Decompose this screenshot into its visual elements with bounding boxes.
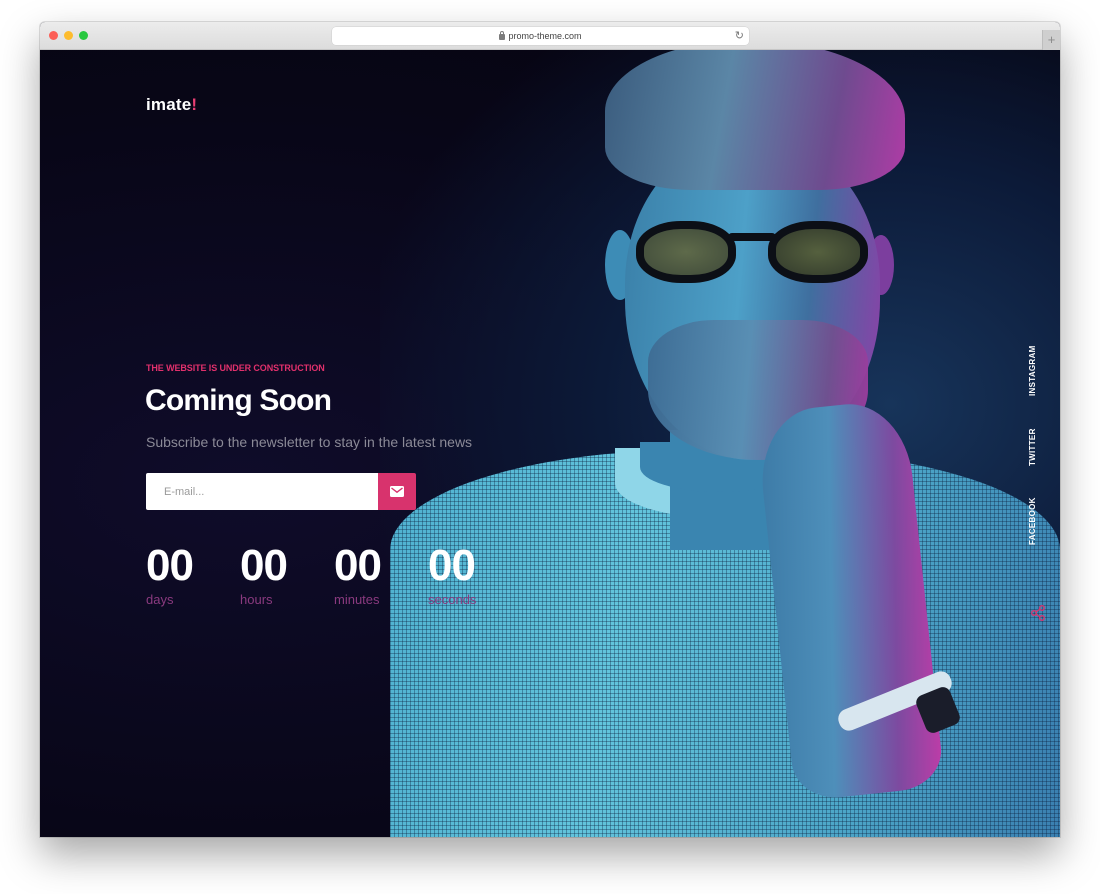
hero-photo [380, 50, 1060, 837]
social-links: INSTAGRAM TWITTER FACEBOOK [1028, 50, 1048, 837]
newsletter-form [146, 473, 416, 510]
countdown-label: minutes [334, 592, 380, 607]
lock-icon [499, 31, 506, 40]
new-tab-button[interactable]: + [1042, 30, 1060, 50]
page-subtitle: Subscribe to the newsletter to stay in t… [146, 434, 473, 450]
countdown-timer: 00 days 00 hours 00 minutes 00 seconds [146, 541, 522, 608]
logo-mark: ! [191, 95, 198, 114]
countdown-hours: 00 hours [240, 541, 334, 608]
photo-lens-right [768, 221, 868, 283]
subscribe-button[interactable] [378, 473, 416, 510]
countdown-minutes: 00 minutes [334, 541, 428, 608]
browser-titlebar: promo-theme.com ↻ + [40, 22, 1060, 50]
url-text: promo-theme.com [508, 31, 582, 41]
countdown-value: 00 [428, 541, 476, 590]
maximize-window-button[interactable] [79, 31, 88, 40]
photo-lens-left [636, 221, 736, 283]
social-link-instagram[interactable]: INSTAGRAM [1028, 345, 1037, 396]
logo-text: imate [146, 95, 192, 114]
social-link-facebook[interactable]: FACEBOOK [1028, 497, 1037, 545]
countdown-value: 00 [240, 541, 288, 590]
minimize-window-button[interactable] [64, 31, 73, 40]
close-window-button[interactable] [49, 31, 58, 40]
construction-notice: THE WEBSITE IS UNDER CONSTRUCTION [146, 363, 325, 373]
photo-sunglasses [628, 215, 893, 285]
email-input[interactable] [146, 473, 378, 510]
share-icon[interactable] [1031, 605, 1045, 621]
countdown-seconds: 00 seconds [428, 541, 522, 608]
countdown-label: days [146, 592, 174, 607]
countdown-label: seconds [428, 592, 477, 607]
countdown-value: 00 [146, 541, 194, 590]
page-title: Coming Soon [145, 384, 332, 417]
reload-icon[interactable]: ↻ [735, 29, 744, 42]
countdown-value: 00 [334, 541, 382, 590]
photo-hair [605, 50, 905, 190]
site-logo[interactable]: imate! [146, 95, 197, 115]
social-link-twitter[interactable]: TWITTER [1028, 428, 1037, 466]
countdown-label: hours [240, 592, 273, 607]
countdown-days: 00 days [146, 541, 240, 608]
photo-glasses-bridge [728, 233, 776, 241]
coming-soon-page: imate! THE WEBSITE IS UNDER CONSTRUCTION… [40, 50, 1060, 837]
envelope-icon [390, 486, 404, 497]
address-bar[interactable]: promo-theme.com ↻ [332, 27, 749, 45]
browser-window: promo-theme.com ↻ + imate! THE WEBSITE I… [40, 22, 1060, 837]
